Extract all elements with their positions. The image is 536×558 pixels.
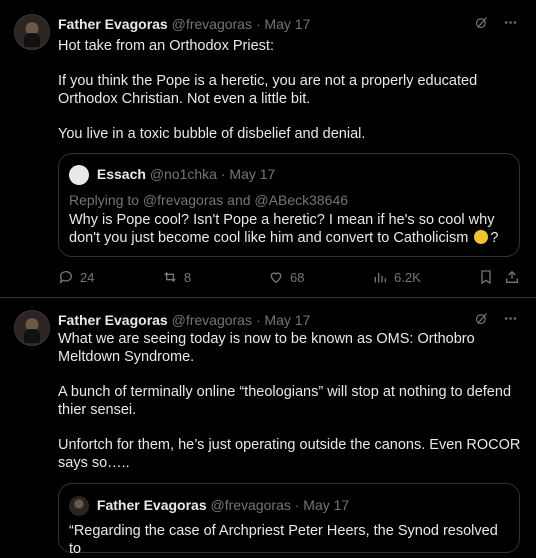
tweet[interactable]: Father Evagoras @frevagoras · May 17 Wha… (0, 298, 536, 557)
tweet-paragraph: If you think the Pope is a heretic, you … (58, 73, 478, 107)
tweet-paragraph: What we are seeing today is now to be kn… (58, 331, 475, 365)
quote-header: Essach @no1chka · May 17 (69, 165, 276, 186)
tweet-text: Hot take from an Orthodox Priest: If you… (58, 37, 522, 143)
quote-text-body: Why is Pope cool? Isn't Pope a heretic? … (69, 212, 495, 246)
quote-author-name: Father Evagoras (96, 497, 207, 513)
quote-text: “Regarding the case of Archpriest Peter … (69, 523, 498, 557)
like-count: 68 (290, 269, 305, 285)
handle-date[interactable]: @frevagoras · May 17 (172, 16, 311, 32)
tweet-paragraph: A bunch of terminally online “theologian… (58, 384, 512, 418)
author-name[interactable]: Father Evagoras (58, 312, 168, 328)
grok-icon[interactable] (474, 313, 493, 329)
quote-handle-date: @frevagoras · May 17 (210, 497, 350, 513)
author-name[interactable]: Father Evagoras (58, 16, 168, 32)
quoted-tweet[interactable]: Essach @no1chka · May 17 Replying to @fr… (58, 153, 520, 257)
views-count: 6.2K (394, 269, 421, 285)
avatar[interactable] (14, 14, 50, 50)
header-icons (464, 15, 518, 34)
grok-icon[interactable] (474, 17, 493, 33)
quote-author-name: Essach (96, 166, 146, 182)
quote-handle-date: @no1chka · May 17 (149, 166, 276, 182)
reply-icon (59, 271, 72, 284)
tweet-paragraph: You live in a toxic bubble of disbelief … (58, 126, 366, 142)
tweet-text: What we are seeing today is now to be kn… (58, 330, 522, 472)
quote-text-suffix: ? (490, 230, 499, 246)
header-icons (464, 311, 518, 330)
reply-count: 24 (80, 269, 95, 285)
quote-header: Father Evagoras @frevagoras · May 17 (69, 496, 350, 517)
handle-date[interactable]: @frevagoras · May 17 (172, 312, 311, 328)
quote-avatar (69, 496, 89, 517)
repost-count: 8 (184, 269, 192, 285)
share-button[interactable] (504, 269, 520, 285)
quote-text: Why is Pope cool? Isn't Pope a heretic? … (69, 211, 505, 247)
tweet[interactable]: Father Evagoras @frevagoras · May 17 Hot… (0, 0, 536, 298)
avatar[interactable] (14, 310, 50, 346)
quoted-tweet[interactable]: Father Evagoras @frevagoras · May 17 “Re… (58, 483, 520, 557)
reply-button[interactable]: 24 (58, 269, 94, 285)
replying-to: Replying to @frevagoras and @ABeck38646 (69, 192, 349, 208)
tweet-actions: 24 8 68 6.2K (58, 269, 522, 289)
share-icon (506, 270, 518, 283)
tweet-paragraph: Hot take from an Orthodox Priest: (58, 38, 274, 54)
more-icon[interactable] (503, 17, 518, 33)
views-button[interactable]: 6.2K (372, 269, 421, 285)
heart-icon (270, 272, 282, 284)
quote-avatar (69, 165, 89, 186)
repost-button[interactable]: 8 (162, 269, 191, 285)
tweet-header: Father Evagoras @frevagoras · May 17 (58, 15, 522, 33)
tweet-paragraph: Unfortch for them, he’s just operating o… (58, 437, 521, 471)
more-icon[interactable] (503, 313, 518, 329)
repost-icon (164, 272, 176, 282)
bookmark-icon (481, 270, 491, 285)
tweet-header: Father Evagoras @frevagoras · May 17 (58, 311, 522, 329)
views-icon (374, 273, 386, 283)
thinking-face-icon (474, 230, 489, 244)
like-button[interactable]: 68 (268, 269, 304, 285)
bookmark-button[interactable] (478, 269, 494, 285)
